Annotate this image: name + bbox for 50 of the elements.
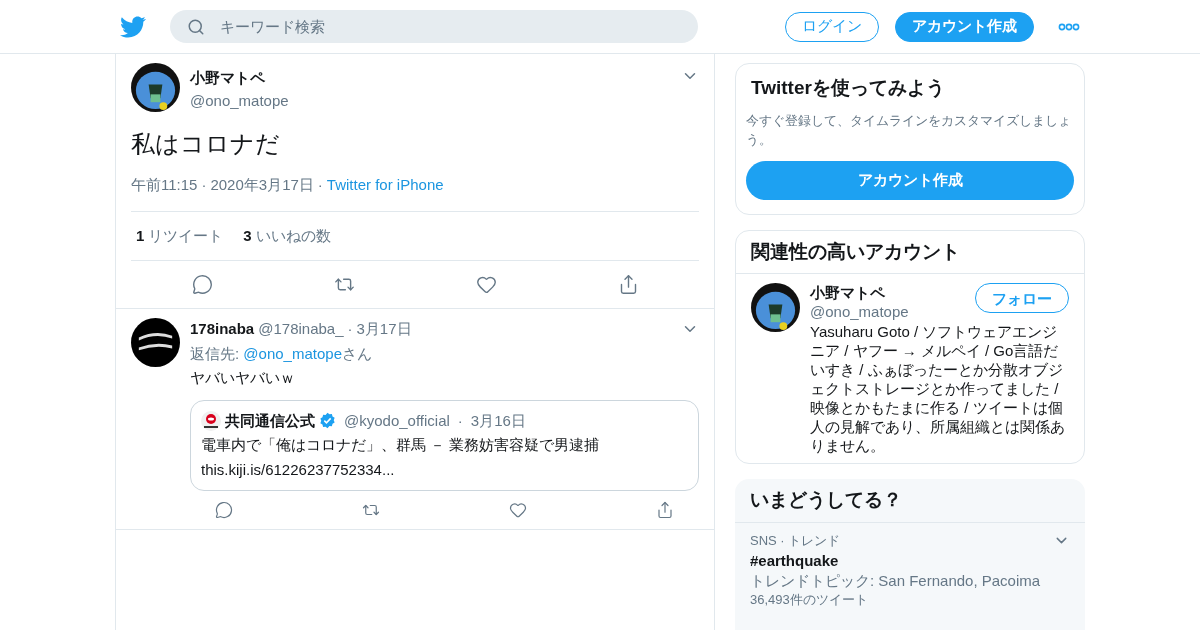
stat-label: リツイート	[148, 225, 224, 246]
share-icon[interactable]	[656, 501, 675, 519]
bird-logo-icon[interactable]	[120, 13, 146, 40]
tweet-meta: 午前11:15	[131, 175, 198, 195]
user-handle: @178inaba_	[258, 319, 344, 339]
login-button[interactable]: ログイン	[785, 11, 879, 42]
user-name: 小野マトペ	[190, 68, 266, 88]
card-text: 今すぐ登録して、タイムラインをカスタマイズしましょう。	[746, 111, 1072, 149]
more-icon[interactable]	[1058, 22, 1080, 31]
trend-name[interactable]: #earthquake	[750, 550, 1070, 571]
stat-label: いいねの数	[255, 225, 331, 246]
tweet-text: ヤバいヤバいｗ	[190, 368, 296, 388]
tweet-date: 3月17日	[356, 319, 412, 339]
search-icon	[187, 18, 205, 36]
tweet-meta: 2020年3月17日	[210, 175, 314, 195]
trend-count: 36,493件のツイート	[750, 591, 869, 608]
user-bio: Yasuharu Goto / ソフトウェアエンジニア / ヤフー → メルペイ / Go言語だいすき / ふぁぼったーとか分散オブジェクトストレージとか作ってました / 映像とかもたまに作る / ツイートは個人の見解であり、所属組織とは関係ありません。	[810, 322, 1066, 455]
signup-button[interactable]: アカウント作成	[746, 160, 1074, 200]
source-link[interactable]: Twitter for iPhone	[326, 174, 444, 197]
quoted-tweet[interactable]: 共同通信公式 @kyodo_official · 3月16日 電車内で「俺はコロナだ」、群馬 － 業務妨害容疑で男逮捕 this.kiji.is/61226237752334...	[190, 399, 699, 491]
separator-dot: ·	[456, 410, 464, 431]
like-icon[interactable]	[509, 501, 528, 519]
user-handle: @ono_matope	[810, 302, 909, 321]
card-title: いまどうしてる？	[735, 479, 1085, 523]
card-title: Twitterを使ってみよう	[750, 76, 946, 100]
reply-to-text: 返信先: @ono_matopeさん	[190, 343, 373, 364]
tweet-date: 3月16日	[470, 410, 526, 431]
stat-count: 3	[243, 225, 252, 246]
user-handle: @ono_matope	[190, 90, 290, 111]
mention-link[interactable]: @ono_matope	[243, 344, 342, 362]
separator-dot: ·	[316, 175, 324, 195]
quote-text: 電車内で「俺はコロナだ」、群馬 － 業務妨害容疑で男逮捕	[201, 435, 601, 455]
like-icon[interactable]	[475, 274, 497, 295]
search-field[interactable]: キーワード検索	[170, 10, 698, 43]
user-handle: @kyodo_official	[344, 410, 450, 431]
trend-description: トレンドトピック: San Fernando, Pacoima	[750, 570, 1042, 591]
quote-text: this.kiji.is/61226237752334...	[201, 459, 396, 480]
reply-icon[interactable]	[214, 501, 233, 519]
logo-icon	[201, 410, 221, 431]
stat-count: 1	[136, 225, 145, 246]
user-name: 共同通信公式	[225, 410, 315, 431]
separator-dot: ·	[346, 319, 354, 339]
card-title: 関連性の高いアカウント	[736, 230, 1084, 274]
tweet-text: 私はコロナだ	[131, 129, 281, 159]
signup-button[interactable]: アカウント作成	[895, 11, 1034, 42]
trend-context: SNS · トレンド	[750, 531, 841, 550]
user-name: 小野マトペ	[810, 283, 886, 302]
reply-icon[interactable]	[191, 274, 213, 295]
separator-dot: ·	[200, 175, 208, 195]
user-name: 178inaba	[190, 319, 255, 339]
